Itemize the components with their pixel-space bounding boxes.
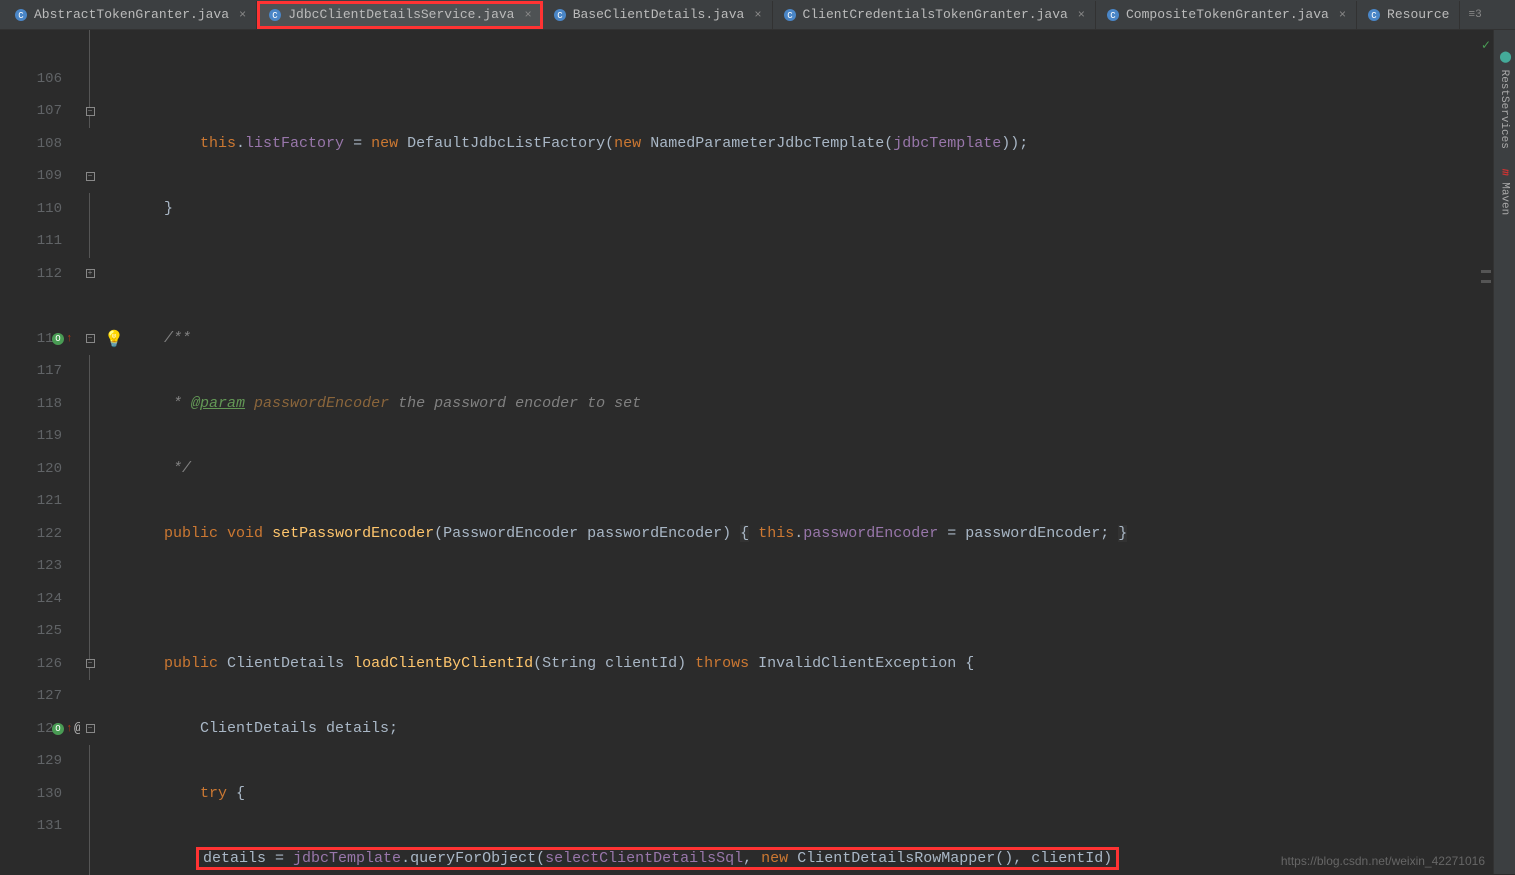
check-icon: ✓ xyxy=(1481,38,1491,53)
svg-text:C: C xyxy=(1371,11,1377,21)
tab-composite-token-granter[interactable]: C CompositeTokenGranter.java × xyxy=(1096,1,1357,29)
line-number: 121 xyxy=(0,485,62,518)
tab-label: CompositeTokenGranter.java xyxy=(1126,7,1329,22)
line-number: 118 xyxy=(0,388,62,421)
tab-list-dropdown[interactable]: ≡3 xyxy=(1460,9,1489,21)
editor-tabs: C AbstractTokenGranter.java × C JdbcClie… xyxy=(0,0,1515,30)
close-icon[interactable]: × xyxy=(1339,8,1346,22)
tab-client-credentials-token-granter[interactable]: C ClientCredentialsTokenGranter.java × xyxy=(773,1,1096,29)
line-number: 130 xyxy=(0,778,62,811)
svg-text:C: C xyxy=(18,11,24,21)
svg-text:C: C xyxy=(787,11,793,21)
line-number: 129 xyxy=(0,745,62,778)
java-class-icon: C xyxy=(1367,8,1381,22)
arrow-up-icon: ↑ xyxy=(66,713,73,746)
override-icon[interactable]: O xyxy=(52,723,64,735)
line-number: 117 xyxy=(0,355,62,388)
line-number: 109 xyxy=(0,160,62,193)
arrow-up-icon: ↑ xyxy=(66,323,73,356)
watermark-url: https://blog.csdn.net/weixin_42271016 xyxy=(1281,854,1485,868)
rest-services-tool[interactable]: ⬤ RestServices xyxy=(1498,50,1511,149)
line-number-gutter: 106 107 108 109 110 111 112 116O↑ 117 11… xyxy=(0,30,80,874)
svg-text:C: C xyxy=(557,11,563,21)
code-editor[interactable]: this.listFactory = new DefaultJdbcListFa… xyxy=(128,30,1515,874)
line-number: 128O↑@ xyxy=(0,713,62,746)
intention-gutter: 💡 xyxy=(100,30,128,874)
line-number: 107 xyxy=(0,95,62,128)
java-class-icon: C xyxy=(14,8,28,22)
java-class-icon: C xyxy=(553,8,567,22)
line-number xyxy=(0,290,62,323)
fold-end-icon[interactable]: − xyxy=(86,659,95,668)
svg-text:C: C xyxy=(273,11,279,21)
tab-base-client-details[interactable]: C BaseClientDetails.java × xyxy=(543,1,773,29)
line-number: 106 xyxy=(0,63,62,96)
line-number xyxy=(0,30,62,63)
right-tool-bar: ⬤ RestServices m Maven xyxy=(1493,30,1515,874)
fold-end-icon[interactable]: − xyxy=(86,107,95,116)
line-number: 131 xyxy=(0,810,62,843)
error-stripe[interactable]: ✓ xyxy=(1479,30,1493,874)
fold-toggle-icon[interactable]: − xyxy=(86,724,95,733)
maven-tool[interactable]: m Maven xyxy=(1499,169,1511,215)
java-class-icon: C xyxy=(1106,8,1120,22)
lightbulb-icon[interactable]: 💡 xyxy=(104,329,124,349)
line-number: 111 xyxy=(0,225,62,258)
line-number: 124 xyxy=(0,583,62,616)
line-number: 110 xyxy=(0,193,62,226)
svg-text:C: C xyxy=(1110,11,1116,21)
tab-resource[interactable]: C Resource xyxy=(1357,1,1460,29)
tab-abstract-token-granter[interactable]: C AbstractTokenGranter.java × xyxy=(4,1,257,29)
line-number: 116O↑ xyxy=(0,323,62,356)
close-icon[interactable]: × xyxy=(754,8,761,22)
close-icon[interactable]: × xyxy=(525,8,532,22)
editor-container: 106 107 108 109 110 111 112 116O↑ 117 11… xyxy=(0,30,1515,874)
line-number: 126 xyxy=(0,648,62,681)
stripe-marker[interactable] xyxy=(1481,280,1491,283)
line-number: 123 xyxy=(0,550,62,583)
line-number: 127 xyxy=(0,680,62,713)
line-number: 112 xyxy=(0,258,62,291)
close-icon[interactable]: × xyxy=(239,8,246,22)
tab-label: BaseClientDetails.java xyxy=(573,7,745,22)
highlighted-code: details = jdbcTemplate.queryForObject(se… xyxy=(196,847,1119,870)
stripe-marker[interactable] xyxy=(1481,270,1491,273)
tab-jdbc-client-details-service[interactable]: C JdbcClientDetailsService.java × xyxy=(257,1,542,29)
close-icon[interactable]: × xyxy=(1078,8,1085,22)
fold-gutter: − − + − − − xyxy=(80,30,100,874)
line-number xyxy=(0,843,62,875)
tab-label: JdbcClientDetailsService.java xyxy=(288,7,514,22)
override-icon[interactable]: O xyxy=(52,333,64,345)
line-number: 122 xyxy=(0,518,62,551)
line-number: 108 xyxy=(0,128,62,161)
line-number: 120 xyxy=(0,453,62,486)
fold-toggle-icon[interactable]: + xyxy=(86,269,95,278)
java-class-icon: C xyxy=(783,8,797,22)
tab-label: AbstractTokenGranter.java xyxy=(34,7,229,22)
line-number: 125 xyxy=(0,615,62,648)
line-number: 119 xyxy=(0,420,62,453)
fold-toggle-icon[interactable]: − xyxy=(86,334,95,343)
tab-label: Resource xyxy=(1387,7,1449,22)
fold-toggle-icon[interactable]: − xyxy=(86,172,95,181)
tab-label: ClientCredentialsTokenGranter.java xyxy=(803,7,1068,22)
java-class-icon: C xyxy=(268,8,282,22)
